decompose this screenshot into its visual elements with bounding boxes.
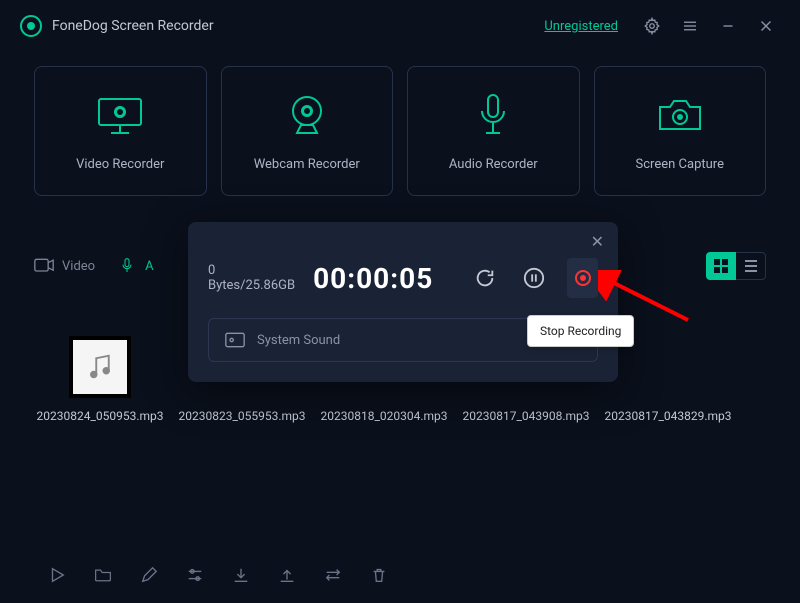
open-folder-button[interactable] <box>94 566 112 584</box>
mode-video-recorder[interactable]: Video Recorder <box>34 66 207 196</box>
trash-icon <box>370 566 388 584</box>
view-toggle <box>706 252 766 280</box>
settings-button[interactable] <box>638 12 666 40</box>
rename-button[interactable] <box>140 566 158 584</box>
download-icon <box>232 566 250 584</box>
file-name: 20230823_055953.mp3 <box>178 408 305 425</box>
storage-status: 0 Bytes/25.86GB <box>208 263 295 293</box>
adjust-button[interactable] <box>186 566 204 584</box>
close-button[interactable] <box>752 12 780 40</box>
music-note-icon <box>85 352 115 382</box>
mode-label: Webcam Recorder <box>254 157 360 172</box>
hamburger-icon <box>681 17 699 35</box>
restart-button[interactable] <box>469 258 500 298</box>
gear-icon <box>643 17 661 35</box>
register-link[interactable]: Unregistered <box>544 19 618 34</box>
delete-button[interactable] <box>370 566 388 584</box>
close-icon <box>757 17 775 35</box>
import-button[interactable] <box>232 566 250 584</box>
stop-recording-button[interactable] <box>567 258 598 298</box>
recording-panel: ✕ 0 Bytes/25.86GB 00:00:05 System Sound … <box>188 222 618 382</box>
minimize-icon <box>719 17 737 35</box>
file-name: 20230824_050953.mp3 <box>36 408 163 425</box>
mode-card-row: Video Recorder Webcam Recorder Audio Rec… <box>0 52 800 206</box>
mic-small-icon <box>117 258 137 274</box>
bottom-toolbar <box>0 547 800 603</box>
play-button[interactable] <box>48 566 66 584</box>
list-icon <box>743 258 759 274</box>
titlebar: FoneDog Screen Recorder Unregistered <box>0 0 800 52</box>
play-icon <box>48 566 66 584</box>
mode-webcam-recorder[interactable]: Webcam Recorder <box>221 66 394 196</box>
microphone-icon <box>478 93 508 137</box>
audio-source-label: System Sound <box>257 333 557 348</box>
file-item[interactable]: 20230824_050953.mp3 <box>34 336 166 425</box>
mode-audio-recorder[interactable]: Audio Recorder <box>407 66 580 196</box>
file-name: 20230817_043908.mp3 <box>462 408 589 425</box>
view-grid-button[interactable] <box>706 252 736 280</box>
webcam-icon <box>285 93 329 137</box>
folder-icon <box>94 566 112 584</box>
app-title: FoneDog Screen Recorder <box>52 18 214 34</box>
upload-icon <box>278 566 296 584</box>
tab-video[interactable]: Video <box>34 258 95 274</box>
video-icon <box>34 258 54 274</box>
recording-timer: 00:00:05 <box>313 262 433 295</box>
file-item[interactable]: 20230817_043829.mp3 <box>602 336 734 425</box>
pause-button[interactable] <box>518 258 549 298</box>
app-logo-icon <box>20 15 42 37</box>
pencil-icon <box>140 566 158 584</box>
convert-button[interactable] <box>324 566 342 584</box>
view-list-button[interactable] <box>736 252 766 280</box>
restart-icon <box>474 267 496 289</box>
file-thumbnail <box>69 336 131 398</box>
file-name: 20230817_043829.mp3 <box>604 408 731 425</box>
grid-icon <box>713 258 729 274</box>
panel-close-button[interactable]: ✕ <box>591 232 604 251</box>
camera-icon <box>656 97 704 133</box>
menu-button[interactable] <box>676 12 704 40</box>
mode-label: Audio Recorder <box>449 157 538 172</box>
export-button[interactable] <box>278 566 296 584</box>
mode-label: Screen Capture <box>636 157 724 172</box>
minimize-button[interactable] <box>714 12 742 40</box>
sliders-icon <box>186 566 204 584</box>
mode-label: Video Recorder <box>76 157 164 172</box>
record-icon <box>575 270 591 286</box>
mode-screen-capture[interactable]: Screen Capture <box>594 66 767 196</box>
tab-label: Video <box>62 259 95 274</box>
stop-recording-tooltip: Stop Recording <box>527 315 634 347</box>
convert-icon <box>324 566 342 584</box>
monitor-record-icon <box>93 95 147 135</box>
tab-label: A <box>145 259 153 274</box>
file-name: 20230818_020304.mp3 <box>320 408 447 425</box>
close-icon: ✕ <box>591 232 604 251</box>
speaker-icon <box>225 332 245 348</box>
tab-audio[interactable]: A <box>117 258 153 274</box>
pause-icon <box>523 267 545 289</box>
